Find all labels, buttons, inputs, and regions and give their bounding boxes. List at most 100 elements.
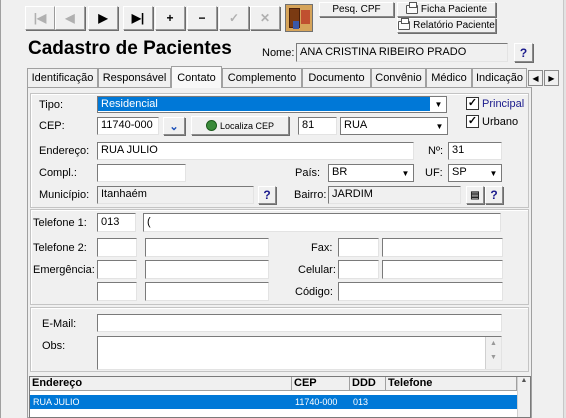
next-record-button[interactable]: ▶ bbox=[88, 6, 118, 30]
email-label: E-Mail: bbox=[42, 318, 77, 330]
window-left-edge bbox=[0, 0, 1, 418]
tipo-value: Residencial bbox=[98, 97, 430, 111]
urbano-checkbox[interactable]: ✓ bbox=[466, 115, 479, 128]
nome-label: Nome: bbox=[262, 47, 295, 59]
fax-label: Fax: bbox=[311, 242, 333, 254]
municipio-label: Município: bbox=[39, 189, 90, 201]
bairro-help-button[interactable]: ? bbox=[485, 186, 503, 204]
last-record-button[interactable]: ▶| bbox=[123, 6, 153, 30]
bairro-edit-button[interactable]: ▤ bbox=[466, 186, 484, 204]
pais-value: BR bbox=[332, 166, 348, 178]
codigo-field[interactable] bbox=[338, 282, 503, 301]
globe-icon bbox=[205, 120, 217, 131]
obs-label: Obs: bbox=[42, 340, 66, 352]
tipo-label: Tipo: bbox=[39, 99, 64, 111]
relatorio-paciente-button[interactable]: Relatório Paciente bbox=[397, 18, 496, 33]
telefone1-label: Telefone 1: bbox=[33, 217, 87, 229]
obs-textarea[interactable] bbox=[97, 336, 502, 370]
logradouro-code-field[interactable]: 81 bbox=[298, 117, 337, 135]
emergencia-ddd-field[interactable] bbox=[97, 260, 137, 279]
cep-field[interactable]: 11740-000 bbox=[97, 117, 159, 135]
obs-scrollbar[interactable]: ▲ ▼ bbox=[485, 337, 501, 369]
tab-scroll-left-button[interactable]: ◀ bbox=[528, 70, 543, 86]
tab-contato[interactable]: Contato bbox=[171, 66, 222, 88]
left-arrow-icon: ◀ bbox=[532, 73, 539, 83]
fax-ddd-field[interactable] bbox=[338, 238, 379, 257]
tipo-select[interactable]: Residencial ▼ bbox=[97, 96, 447, 113]
pesq-cpf-button[interactable]: Pesq. CPF bbox=[319, 2, 394, 17]
logradouro-tipo-value: RUA bbox=[344, 119, 368, 131]
right-arrow-icon: ▶ bbox=[548, 73, 555, 83]
tab-medico[interactable]: Médico bbox=[426, 68, 472, 87]
telefone1-ddd-field[interactable]: 013 bbox=[97, 213, 136, 232]
principal-checkbox[interactable]: ✓ bbox=[466, 97, 479, 110]
bairro-label: Bairro: bbox=[294, 189, 327, 201]
compl-label: Compl.: bbox=[39, 167, 77, 179]
chevron-down-icon: ⌄ bbox=[169, 120, 179, 133]
pais-select[interactable]: BR ▼ bbox=[328, 164, 414, 182]
prev-record-button[interactable]: ◀ bbox=[55, 6, 85, 30]
municipio-field[interactable]: Itanhaém bbox=[97, 186, 254, 204]
emergencia-number-field[interactable] bbox=[145, 260, 269, 279]
urbano-label: Urbano bbox=[482, 116, 519, 128]
principal-label: Principal bbox=[482, 98, 525, 110]
document-edit-icon: ▤ bbox=[470, 189, 480, 201]
page-title: Cadastro de Pacientes bbox=[28, 38, 232, 59]
nome-field[interactable]: ANA CRISTINA RIBEIRO PRADO bbox=[296, 43, 508, 62]
delete-record-button[interactable]: − bbox=[187, 6, 217, 30]
numero-label: Nº: bbox=[428, 145, 444, 157]
table-scrollbar[interactable]: ▲ bbox=[517, 377, 530, 417]
codigo-label: Código: bbox=[295, 286, 333, 298]
help-button[interactable]: ? bbox=[514, 43, 533, 62]
telefone1-number-field[interactable]: ( bbox=[143, 213, 501, 232]
col-header-cep[interactable]: CEP bbox=[292, 377, 350, 391]
cell-endereco: RUA JULIO bbox=[33, 397, 80, 407]
telefone2-number-field[interactable] bbox=[145, 238, 269, 257]
confirm-button[interactable]: ✓ bbox=[219, 6, 249, 30]
exit-door-icon[interactable] bbox=[285, 4, 313, 32]
logradouro-tipo-select[interactable]: RUA ▼ bbox=[340, 117, 448, 135]
telefone2-ddd-field[interactable] bbox=[97, 238, 137, 257]
email-field[interactable] bbox=[97, 314, 502, 332]
chevron-down-icon: ▼ bbox=[432, 118, 447, 134]
cancel-button[interactable]: ✕ bbox=[250, 6, 280, 30]
printer-icon bbox=[398, 18, 411, 30]
emergencia-label: Emergência: bbox=[33, 264, 95, 276]
first-record-button[interactable]: |◀ bbox=[25, 6, 55, 30]
celular-ddd-field[interactable] bbox=[338, 260, 379, 279]
celular-number-field[interactable] bbox=[382, 260, 503, 279]
tab-complemento[interactable]: Complemento bbox=[222, 68, 302, 87]
compl-field[interactable] bbox=[97, 164, 186, 182]
municipio-help-button[interactable]: ? bbox=[258, 186, 276, 204]
tab-responsavel[interactable]: Responsável bbox=[98, 68, 171, 87]
cell-cep: 11740-000 bbox=[295, 397, 338, 407]
localiza-cep-label: Localiza CEP bbox=[219, 120, 275, 131]
bairro-field[interactable]: JARDIM bbox=[328, 186, 461, 204]
add-record-button[interactable]: + bbox=[155, 6, 185, 30]
cep-label: CEP: bbox=[39, 120, 65, 132]
numero-field[interactable]: 31 bbox=[448, 142, 502, 160]
tab-scroll-right-button[interactable]: ▶ bbox=[544, 70, 559, 86]
col-header-ddd[interactable]: DDD bbox=[350, 377, 386, 391]
chevron-down-icon: ▼ bbox=[398, 165, 413, 181]
extra-ddd-field[interactable] bbox=[97, 282, 137, 301]
ficha-paciente-button[interactable]: Ficha Paciente bbox=[397, 2, 496, 17]
tab-documento[interactable]: Documento bbox=[302, 68, 371, 87]
pais-label: País: bbox=[295, 167, 321, 179]
extra-number-field[interactable] bbox=[145, 282, 269, 301]
table-row[interactable]: RUA JULIO 11740-000 013 bbox=[30, 395, 517, 409]
relatorio-paciente-label: Relatório Paciente bbox=[413, 20, 495, 31]
tab-convenio[interactable]: Convênio bbox=[371, 68, 426, 87]
uf-select[interactable]: SP ▼ bbox=[448, 164, 502, 182]
cep-dropdown-button[interactable]: ⌄ bbox=[163, 117, 185, 135]
pesq-cpf-label: Pesq. CPF bbox=[332, 4, 381, 15]
endereco-field[interactable]: RUA JULIO bbox=[97, 142, 414, 160]
localiza-cep-button[interactable]: Localiza CEP bbox=[191, 116, 289, 135]
tab-indicacao[interactable]: Indicação bbox=[472, 68, 527, 87]
chevron-down-icon: ▼ bbox=[431, 97, 446, 112]
col-header-endereco[interactable]: Endereço bbox=[30, 377, 292, 391]
tab-identificacao[interactable]: Identificação bbox=[27, 68, 98, 87]
fax-number-field[interactable] bbox=[382, 238, 503, 257]
col-header-telefone[interactable]: Telefone bbox=[386, 377, 517, 391]
uf-value: SP bbox=[452, 166, 467, 178]
